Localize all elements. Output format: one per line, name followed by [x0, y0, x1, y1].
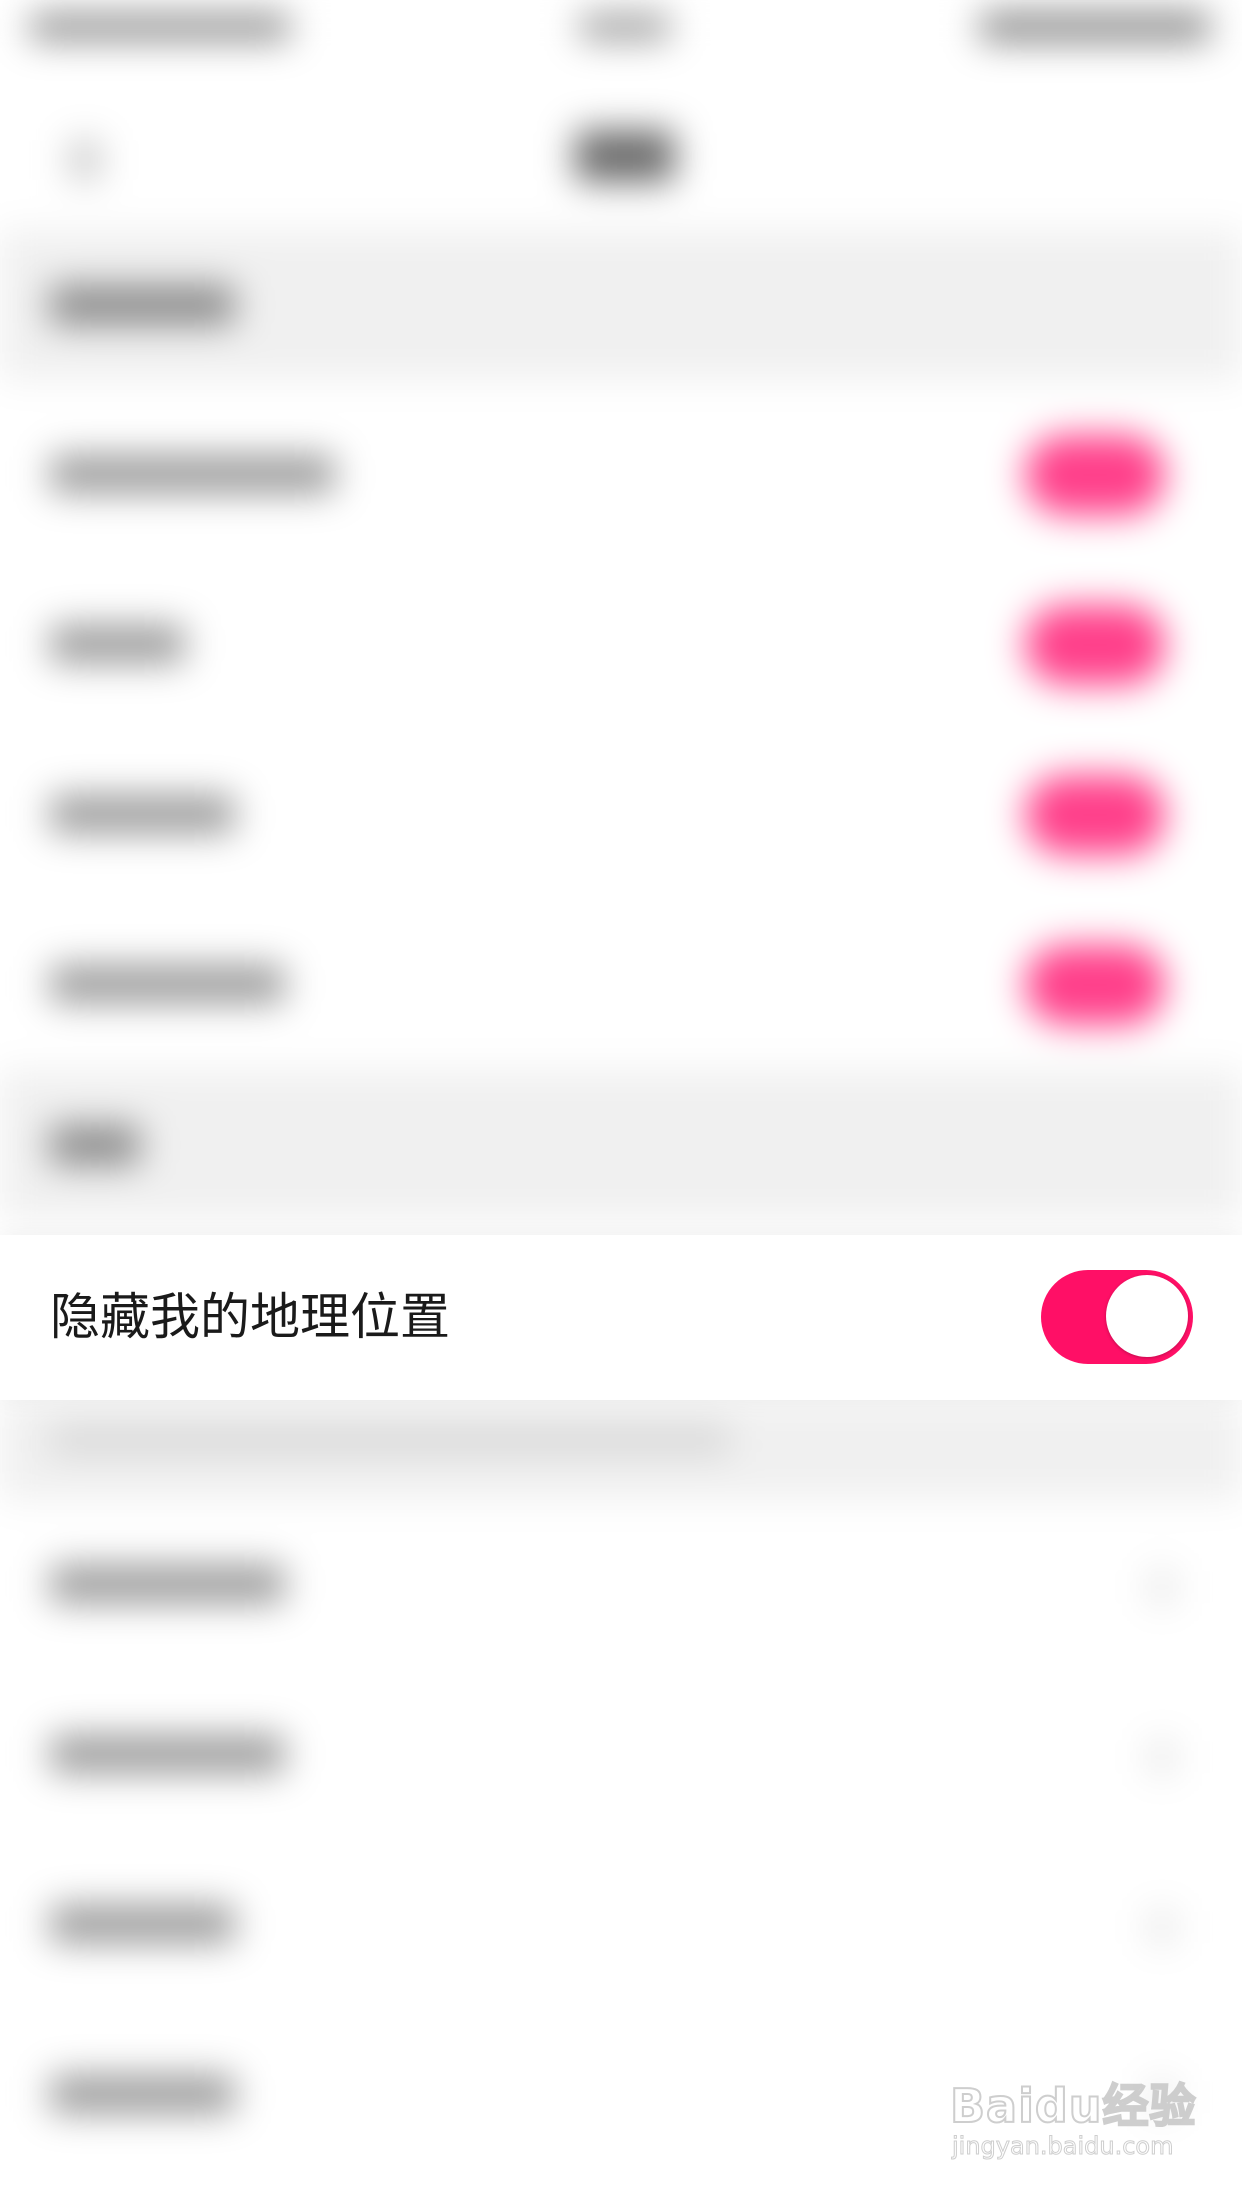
- settings-row: [0, 1840, 1242, 2010]
- toggle-switch: [1025, 945, 1165, 1025]
- toggle-knob: [1106, 1275, 1188, 1357]
- chevron-right-icon: [1150, 1740, 1174, 1774]
- toggle-switch: [1025, 775, 1165, 855]
- settings-row: [0, 1500, 1242, 1670]
- baidu-jingyan-watermark: Baidu经验 jingyan.baidu.com: [949, 2070, 1220, 2180]
- toggle-switch: [1025, 605, 1165, 685]
- status-bar-time: [580, 14, 670, 40]
- settings-row: [0, 730, 1242, 900]
- settings-row: [0, 1670, 1242, 1840]
- blurred-background: [0, 0, 1242, 2208]
- status-bar: [0, 0, 1242, 60]
- back-icon: [70, 140, 100, 180]
- section-header-label: [50, 285, 235, 325]
- hide-location-label: 隐藏我的地理位置: [50, 1288, 450, 1346]
- settings-row-label: [50, 625, 185, 663]
- settings-row-label: [50, 965, 285, 1003]
- settings-row: [0, 390, 1242, 560]
- status-bar-carrier: [30, 14, 290, 40]
- settings-row-label: [50, 1735, 285, 1773]
- settings-row-label: [50, 455, 335, 493]
- settings-row: [0, 900, 1242, 1070]
- toggle-switch: [1025, 435, 1165, 515]
- watermark-brand: Baidu经验: [949, 2078, 1197, 2134]
- settings-row-label: [50, 795, 235, 833]
- settings-row-label: [50, 2075, 235, 2113]
- section-header-label: [50, 1125, 140, 1165]
- section-header: [0, 1070, 1242, 1220]
- watermark-url: jingyan.baidu.com: [951, 2132, 1174, 2161]
- settings-row-label: [50, 1565, 285, 1603]
- chevron-right-icon: [1150, 1910, 1174, 1944]
- settings-row-label: [50, 1905, 235, 1943]
- section-header: [0, 230, 1242, 380]
- settings-row: [0, 560, 1242, 730]
- chevron-right-icon: [1150, 1570, 1174, 1604]
- nav-title: [575, 130, 675, 182]
- hide-location-toggle[interactable]: [1041, 1270, 1193, 1364]
- nav-bar: [0, 60, 1242, 220]
- status-bar-battery: [980, 12, 1210, 42]
- hide-location-row[interactable]: 隐藏我的地理位置: [0, 1235, 1242, 1400]
- footnote-text: [50, 1425, 730, 1455]
